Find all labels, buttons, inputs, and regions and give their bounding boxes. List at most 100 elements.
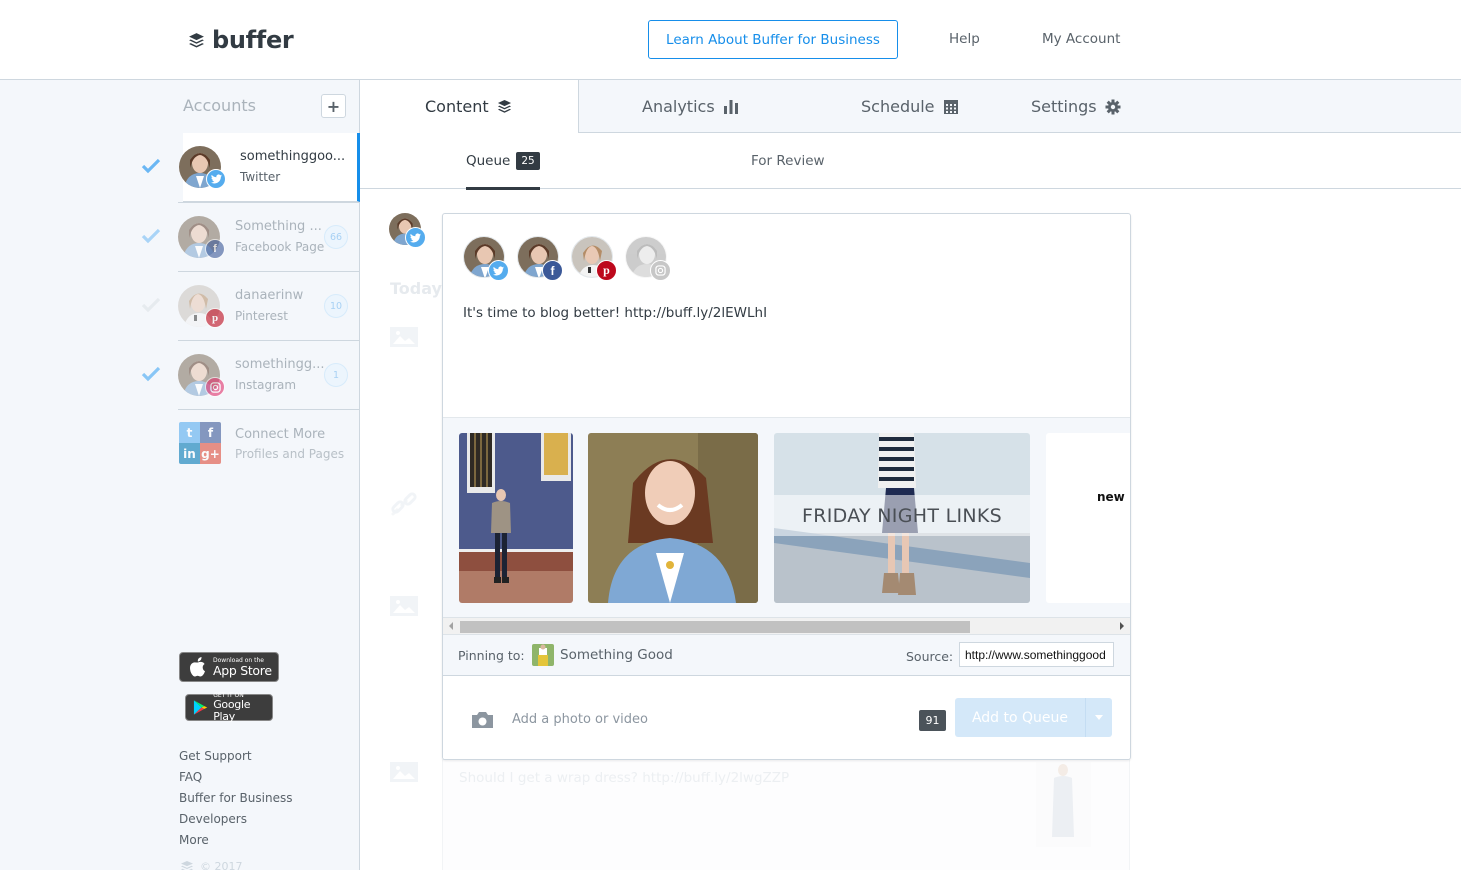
top-header: buffer Learn About Buffer for Business H… [0,0,1461,80]
account-type: Twitter [240,170,281,184]
post-image [1036,762,1091,847]
tab-label: Schedule [861,97,935,116]
sidebar: Accounts + somethinggoo... Twitter f Som… [0,80,360,870]
tab-label: Analytics [642,97,715,116]
source-url-input[interactable] [959,642,1114,667]
tab-schedule[interactable]: Schedule [861,80,959,133]
media-thumbnail[interactable] [459,433,573,603]
my-account-link[interactable]: My Account [1042,31,1120,47]
tab-queue[interactable]: Queue 25 [466,133,540,190]
account-item-facebook[interactable]: f Something ... Facebook Page 66 [141,202,359,271]
account-name: danaerinw [235,288,304,303]
checkmark-icon[interactable] [141,296,161,314]
google-play-icon [193,700,208,715]
main-tabs: Content Analytics Schedule Settings [360,80,1461,133]
account-name: somethinggoo... [240,149,346,164]
account-item-instagram[interactable]: somethingg... Instagram 1 [141,340,359,409]
tab-analytics[interactable]: Analytics [642,80,739,133]
account-name: somethingg... [235,357,325,372]
image-icon [390,596,418,616]
caret-down-icon [1095,715,1103,720]
buffer-layers-icon [189,32,204,48]
connect-more-subtitle: Profiles and Pages [235,447,345,461]
queue-options-dropdown[interactable] [1085,698,1112,737]
tab-label: Queue [466,153,511,169]
camera-icon[interactable] [471,711,494,729]
google-play-big-text: Google Play [213,698,251,723]
app-store-badge[interactable]: Download on the App Store [179,652,279,682]
sub-tabs: Queue 25 For Review [360,133,1461,190]
pinterest-options: Pinning to: Something Good Source: [443,635,1130,676]
twitter-icon [206,169,226,189]
twitter-icon [405,227,426,248]
apple-icon [190,657,205,677]
account-item-pinterest[interactable]: p danaerinw Pinterest 10 [141,271,359,340]
more-link[interactable]: More [179,830,292,851]
day-label: Today [390,279,442,298]
buffer-logo[interactable]: buffer [188,26,294,54]
connect-more-item[interactable]: tf in g+ Connect More Profiles and Pages [178,409,359,477]
logo-text: buffer [212,26,294,54]
gear-icon [1105,99,1121,114]
instagram-icon [205,377,225,397]
tab-settings[interactable]: Settings [1031,80,1121,133]
facebook-icon: f [205,239,225,259]
account-item-twitter[interactable]: somethinggoo... Twitter [141,133,360,202]
add-account-button[interactable]: + [321,94,346,118]
social-networks-icon: tf in g+ [179,422,221,464]
media-attachments: FRIDAY NIGHT LINKS new b [443,417,1130,617]
faq-link[interactable]: FAQ [179,767,292,788]
checkmark-icon[interactable] [141,365,161,383]
profile-toggle-instagram[interactable] [625,236,671,281]
get-support-link[interactable]: Get Support [179,746,292,767]
help-link[interactable]: Help [949,31,980,47]
tab-label: For Review [751,153,825,169]
account-type: Pinterest [235,309,289,323]
add-photo-video-button[interactable]: Add a photo or video [512,712,648,727]
scroll-right-arrow[interactable] [1120,622,1124,630]
tab-content[interactable]: Content [360,80,579,133]
character-count: 91 [919,710,946,731]
accounts-title: Accounts [183,96,256,115]
profile-toggle-twitter[interactable] [463,236,509,281]
pin-board-selector[interactable]: Something Good [560,647,673,663]
queue-count-badge: 66 [324,225,348,249]
image-icon [390,762,418,782]
media-caption: FRIDAY NIGHT LINKS [774,495,1030,536]
pinning-to-label: Pinning to: [458,648,525,663]
bar-chart-icon [723,100,738,114]
checkmark-icon[interactable] [141,157,161,175]
scrollbar-thumb[interactable] [460,621,970,633]
instagram-icon [650,260,671,281]
media-thumbnail[interactable]: FRIDAY NIGHT LINKS [774,433,1030,603]
sidebar-footer-links: Get Support FAQ Buffer for Business Deve… [179,746,292,851]
queue-count-badge: 1 [324,363,348,387]
source-label: Source: [906,649,954,664]
connect-more-title: Connect More [235,427,326,442]
app-store-big-text: App Store [213,663,272,678]
tab-for-review[interactable]: For Review [751,133,825,189]
media-scrollbar[interactable] [443,617,1130,635]
account-type: Instagram [235,378,297,392]
queue-count-badge: 25 [516,152,540,170]
media-thumbnail[interactable] [588,433,758,603]
tab-label: Content [425,97,489,116]
scroll-left-arrow[interactable] [449,622,453,630]
image-icon [390,327,418,347]
developers-link[interactable]: Developers [179,809,292,830]
profile-toggle-pinterest[interactable]: p [571,236,617,281]
google-play-badge[interactable]: GET IT ON Google Play [185,692,273,723]
buffer-for-business-link[interactable]: Buffer for Business [179,788,292,809]
calendar-icon [943,99,958,114]
profile-toggle-facebook[interactable]: f [517,236,563,281]
post-text-input[interactable]: It's time to blog better! http://buff.ly… [463,305,1103,321]
link-icon [391,492,417,516]
twitter-icon [488,260,509,281]
queued-post[interactable]: Should I get a wrap dress? http://buff.l… [442,759,1130,870]
learn-business-button[interactable]: Learn About Buffer for Business [648,20,898,59]
add-to-queue-label[interactable]: Add to Queue [955,698,1085,737]
checkmark-icon[interactable] [141,227,161,245]
add-to-queue-button[interactable]: Add to Queue [955,698,1112,737]
media-thumbnail[interactable]: new b [1046,433,1130,603]
profile-selector: f p [463,236,671,281]
